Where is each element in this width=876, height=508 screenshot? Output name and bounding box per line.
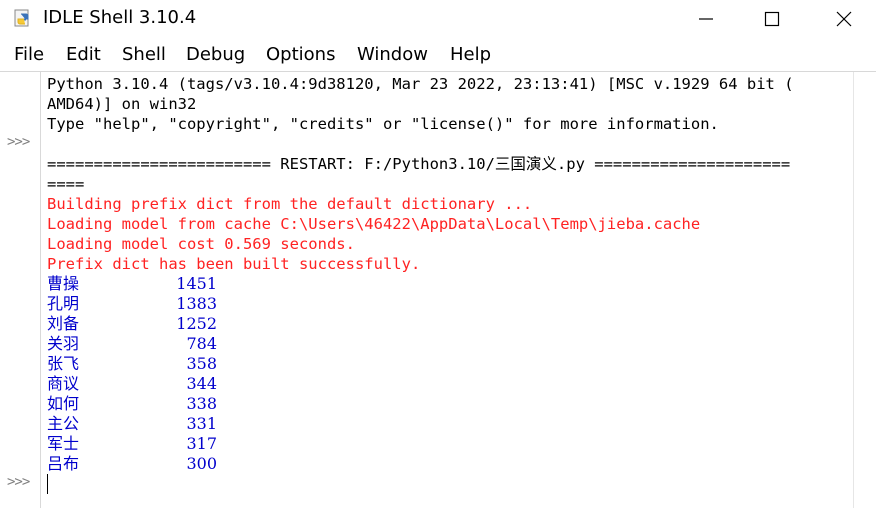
stderr-line: Loading model cost 0.569 seconds. — [47, 235, 355, 253]
menu-help[interactable]: Help — [450, 44, 491, 65]
output-line: 关羽 784 — [47, 334, 247, 354]
menu-options[interactable]: Options — [266, 44, 335, 65]
output-count: 1252 — [176, 314, 217, 333]
stderr-line: Loading model from cache C:\Users\46422\… — [47, 215, 701, 233]
close-button[interactable] — [814, 0, 874, 38]
output-line: 如何 338 — [47, 394, 247, 414]
output-line: 孔明 1383 — [47, 294, 247, 314]
shell-text-area[interactable]: Python 3.10.4 (tags/v3.10.4:9d38120, Mar… — [41, 72, 853, 508]
banner-line: Python 3.10.4 (tags/v3.10.4:9d38120, Mar… — [47, 75, 794, 93]
menu-debug[interactable]: Debug — [186, 44, 245, 65]
menu-edit[interactable]: Edit — [66, 44, 101, 65]
output-count: 344 — [186, 374, 217, 393]
close-icon — [836, 11, 852, 27]
maximize-button[interactable] — [742, 0, 802, 38]
menu-shell[interactable]: Shell — [122, 44, 166, 65]
output-line: 商议 344 — [47, 374, 247, 394]
output-count: 358 — [186, 354, 217, 373]
menu-bar: File Edit Shell Debug Options Window Hel… — [0, 40, 876, 70]
output-line: 曹操 1451 — [47, 274, 247, 294]
restart-line: ======================== RESTART: F:/Pyt… — [47, 155, 791, 173]
banner-line: Type "help", "copyright", "credits" or "… — [47, 115, 719, 133]
prompt-gutter: >>> >>> — [0, 72, 41, 508]
minimize-icon — [699, 18, 713, 20]
output-line: 刘备 1252 — [47, 314, 247, 334]
shell-window: >>> >>> Python 3.10.4 (tags/v3.10.4:9d38… — [0, 71, 876, 508]
stderr-line: Building prefix dict from the default di… — [47, 195, 533, 213]
output-count: 784 — [186, 334, 217, 353]
output-count: 331 — [186, 414, 217, 433]
banner-line: AMD64)] on win32 — [47, 95, 197, 113]
title-bar: IDLE Shell 3.10.4 — [0, 0, 876, 38]
output-count: 1383 — [176, 294, 217, 313]
restart-line: ==== — [47, 175, 85, 193]
output-count: 300 — [186, 454, 217, 473]
menu-window[interactable]: Window — [357, 44, 428, 65]
menu-file[interactable]: File — [14, 44, 44, 65]
python-idle-icon — [13, 8, 33, 28]
output-line: 吕布 300 — [47, 454, 247, 474]
vertical-scrollbar[interactable] — [853, 72, 876, 508]
window-title: IDLE Shell 3.10.4 — [43, 7, 197, 28]
shell-prompt: >>> — [7, 474, 30, 490]
output-line: 军士 317 — [47, 434, 247, 454]
minimize-button[interactable] — [676, 0, 736, 38]
output-count: 1451 — [176, 274, 217, 293]
output-line: 主公 331 — [47, 414, 247, 434]
output-line: 张飞 358 — [47, 354, 247, 374]
output-count: 338 — [186, 394, 217, 413]
shell-prompt: >>> — [7, 134, 30, 150]
maximize-icon — [764, 11, 780, 27]
text-cursor — [47, 474, 48, 494]
output-count: 317 — [186, 434, 217, 453]
stderr-line: Prefix dict has been built successfully. — [47, 255, 421, 273]
